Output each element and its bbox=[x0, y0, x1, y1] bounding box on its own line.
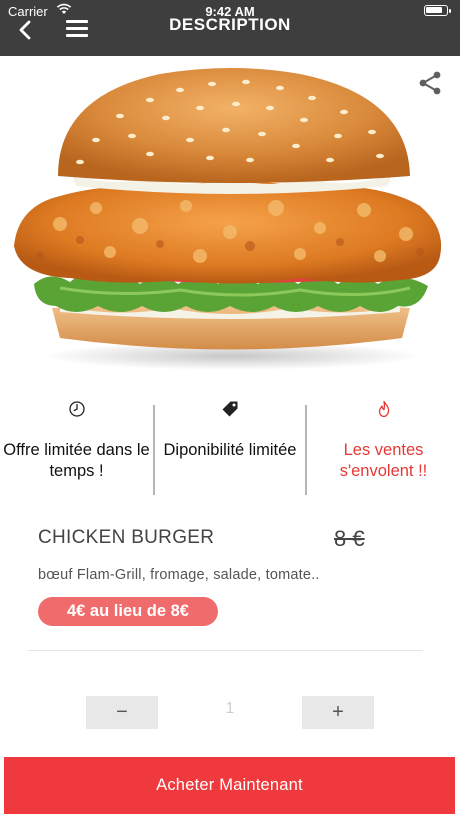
quantity-value: 1 bbox=[225, 700, 235, 717]
feature-text: Offre limitée dans le temps ! bbox=[3, 441, 150, 480]
share-icon[interactable] bbox=[418, 70, 442, 96]
tag-icon bbox=[222, 401, 238, 417]
clock-icon bbox=[68, 401, 85, 417]
feature-text: Les ventes s'envolent !! bbox=[339, 441, 428, 480]
chicken-burger-image bbox=[0, 56, 460, 376]
page-title: DESCRIPTION bbox=[169, 15, 291, 34]
quantity-decrease-button[interactable]: − bbox=[86, 696, 158, 729]
buy-now-button[interactable]: Acheter Maintenant bbox=[4, 757, 455, 814]
features-row: Offre limitée dans le temps ! Diponibili… bbox=[0, 400, 460, 500]
navigation-bar: Carrier 9:42 AM DESCRIPTION bbox=[0, 0, 460, 56]
feature-text: Diponibilité limitée bbox=[163, 441, 297, 459]
divider bbox=[28, 650, 423, 651]
feature-hot-sales: Les ventes s'envolent !! bbox=[307, 400, 460, 500]
quantity-increase-button[interactable]: + bbox=[302, 696, 374, 729]
feature-limited-stock: Diponibilité limitée bbox=[155, 400, 305, 500]
promo-badge: 4€ au lieu de 8€ bbox=[38, 597, 218, 626]
flame-icon bbox=[378, 400, 389, 418]
product-old-price: 8 € bbox=[334, 526, 365, 551]
feature-limited-time: Offre limitée dans le temps ! bbox=[0, 400, 153, 500]
product-name: CHICKEN BURGER bbox=[38, 527, 215, 548]
product-description: bœuf Flam-Grill, fromage, salade, tomate… bbox=[38, 567, 320, 583]
